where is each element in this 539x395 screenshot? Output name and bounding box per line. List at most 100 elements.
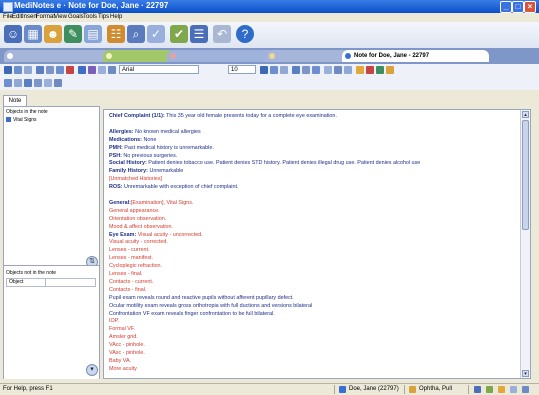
align-center-icon[interactable] <box>302 66 310 74</box>
status-divider <box>334 385 335 394</box>
save-icon[interactable] <box>4 66 12 74</box>
object-column-header[interactable]: Object <box>6 278 96 287</box>
menu-bar: File Edit Insert Format View Goals Tools… <box>0 13 539 22</box>
section-text: Lenses - final. <box>109 271 143 277</box>
menu-help[interactable]: Help <box>110 14 122 20</box>
help-icon[interactable]: ? <box>236 25 254 43</box>
zoom-out-icon[interactable] <box>14 79 22 87</box>
menu-goals[interactable]: Goals <box>68 14 84 20</box>
export-icon[interactable] <box>54 79 62 87</box>
menu-edit[interactable]: Edit <box>12 14 22 20</box>
settings-icon[interactable] <box>98 66 106 74</box>
tab-active-note[interactable]: Note for Doe, Jane - 22797 <box>342 50 489 62</box>
note-line: Lenses - manifest. <box>109 255 153 262</box>
reports-icon[interactable]: ☰ <box>190 25 208 43</box>
search-icon[interactable]: ⌕ <box>127 25 145 43</box>
zoom-in-icon[interactable] <box>4 79 12 87</box>
heart-icon[interactable] <box>66 66 74 74</box>
find-icon[interactable] <box>24 79 32 87</box>
section-text: Contacts - current. <box>109 278 154 285</box>
paste-icon[interactable] <box>56 66 64 74</box>
note-line: PSH: No previous surgeries. <box>109 153 177 160</box>
minimize-button[interactable]: _ <box>500 1 512 13</box>
section-text: More acuity <box>109 365 137 372</box>
document-icon[interactable]: ▤ <box>84 25 102 43</box>
spell-icon[interactable] <box>108 66 116 74</box>
resize-grip-icon[interactable] <box>522 386 529 393</box>
back-icon[interactable]: ↶ <box>213 25 231 43</box>
section-text: Baby VA. <box>109 357 132 364</box>
scroll-down-button[interactable]: ▾ <box>86 364 98 376</box>
close-button[interactable]: × <box>524 1 536 13</box>
scroll-thumb[interactable] <box>522 120 529 230</box>
scroll-up-arrow[interactable]: ▴ <box>522 111 529 118</box>
section-label: ROS: <box>109 184 123 191</box>
tab-1[interactable] <box>4 50 111 62</box>
section-text: This 35 year old female presents today f… <box>164 113 337 119</box>
document-tabs: Note for Doe, Jane - 22797 <box>0 48 539 64</box>
section-text: Lenses - manifest. <box>109 255 154 262</box>
status-patient: Doe, Jane (22797) <box>349 386 399 392</box>
font-select[interactable]: Arial <box>119 65 199 74</box>
tray-icon[interactable] <box>510 386 517 393</box>
vertical-scrollbar[interactable]: ▴ ▾ <box>520 110 530 378</box>
menu-insert[interactable]: Insert <box>22 14 37 20</box>
warning-icon[interactable] <box>356 66 364 74</box>
outdent-icon[interactable] <box>344 66 352 74</box>
tab-4[interactable] <box>266 50 350 62</box>
section-label: Eye Exam: <box>109 231 137 238</box>
template-icon[interactable] <box>88 66 96 74</box>
align-right-icon[interactable] <box>312 66 320 74</box>
check-icon[interactable]: ✓ <box>147 25 165 43</box>
scroll-down-arrow[interactable]: ▾ <box>522 370 529 377</box>
note-line: Chief Complaint (1/1): This 35 year old … <box>109 113 337 120</box>
image-icon[interactable] <box>376 66 384 74</box>
bold-icon[interactable] <box>260 66 268 74</box>
align-left-icon[interactable] <box>292 66 300 74</box>
tab-3[interactable] <box>167 50 274 62</box>
menu-format[interactable]: Format <box>36 14 55 20</box>
highlight-icon[interactable] <box>366 66 374 74</box>
underline-icon[interactable] <box>280 66 288 74</box>
object-column-label: Object <box>9 279 24 285</box>
object-item-vital-signs[interactable]: Vital Signs <box>6 117 37 123</box>
note-editor[interactable]: Chief Complaint (1/1): This 35 year old … <box>103 109 531 379</box>
group-icon[interactable]: ☷ <box>107 25 125 43</box>
table-icon[interactable] <box>44 79 52 87</box>
menu-tools[interactable]: Tools <box>83 14 97 20</box>
sync-icon[interactable] <box>486 386 493 393</box>
copy-icon[interactable] <box>46 66 54 74</box>
menu-tips[interactable]: Tips <box>98 14 109 20</box>
font-size-select[interactable]: 10 <box>228 65 256 74</box>
cut-icon[interactable] <box>36 66 44 74</box>
note-line: Ocular motility exam reveals gross ortho… <box>109 303 312 310</box>
tab-2[interactable] <box>103 50 175 62</box>
objects-not-in-note: Objects not in the note Object ▾ <box>4 265 99 379</box>
note-line: ROS: Unremarkable with exception of chie… <box>109 184 238 191</box>
insert-icon[interactable] <box>78 66 86 74</box>
italic-icon[interactable] <box>270 66 278 74</box>
object-item-label: Vital Signs <box>13 117 37 123</box>
people-icon[interactable]: ☻ <box>44 25 62 43</box>
objects-not-in-note-heading: Objects not in the note <box>6 270 57 276</box>
indent-icon[interactable] <box>334 66 342 74</box>
preview-icon[interactable] <box>24 66 32 74</box>
people-small-icon[interactable] <box>386 66 394 74</box>
provider-status-icon <box>409 386 416 393</box>
print-icon[interactable] <box>14 66 22 74</box>
review-icon[interactable]: ✔ <box>170 25 188 43</box>
bullets-icon[interactable] <box>324 66 332 74</box>
tasks-icon[interactable]: ✎ <box>64 25 82 43</box>
schedule-icon[interactable]: ▦ <box>24 25 42 43</box>
network-icon[interactable] <box>474 386 481 393</box>
section-text: None <box>141 136 157 143</box>
menu-view[interactable]: View <box>54 14 67 20</box>
section-text: Visual acuity - uncorrected. <box>136 231 203 238</box>
maximize-button[interactable]: □ <box>512 1 524 13</box>
patient-icon[interactable]: ☺ <box>4 25 22 43</box>
note-line: Lenses - current. <box>109 247 149 254</box>
replace-icon[interactable] <box>34 79 42 87</box>
note-line: Medications: None <box>109 137 156 144</box>
note-line: Eye Exam: Visual acuity - uncorrected. <box>109 232 203 239</box>
alert-icon[interactable] <box>498 386 505 393</box>
